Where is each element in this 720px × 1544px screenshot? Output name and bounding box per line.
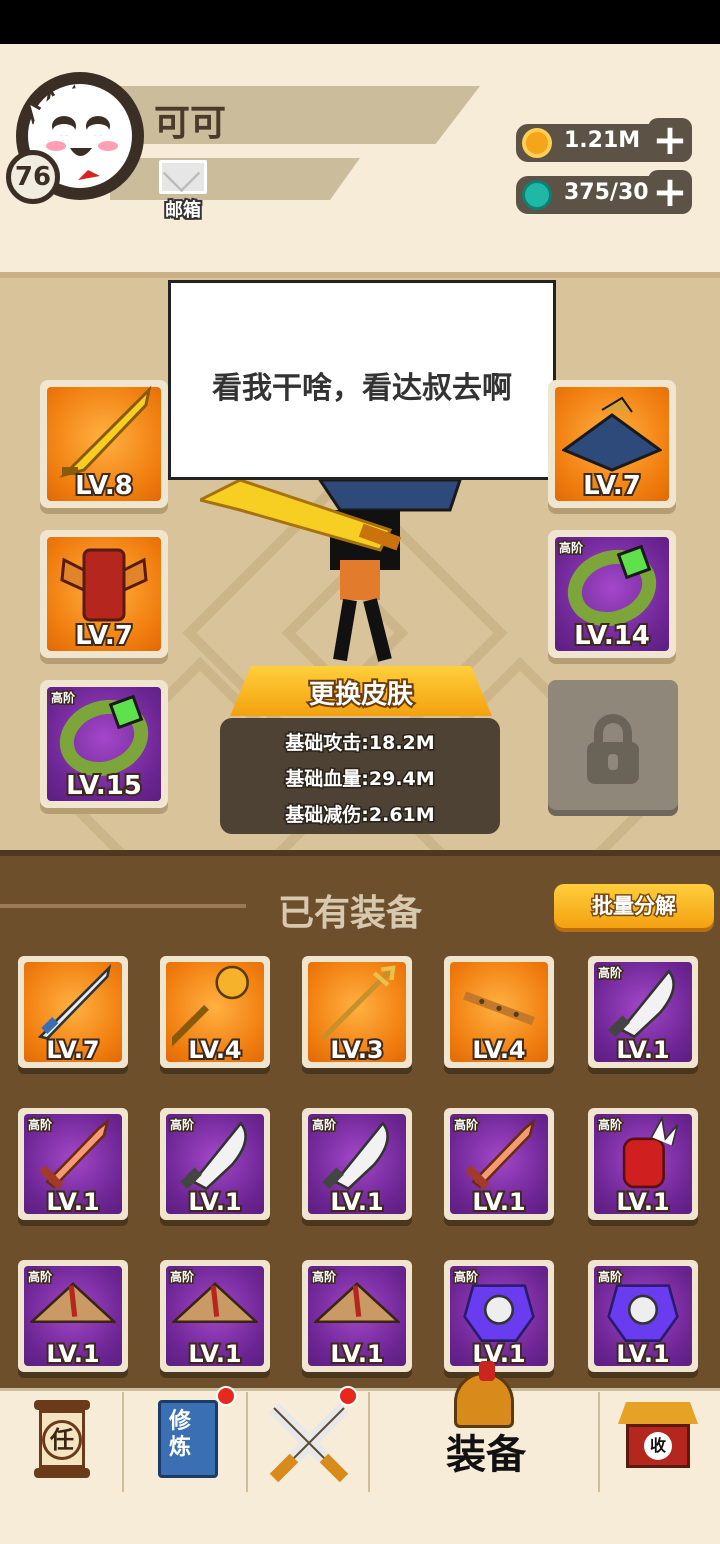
speech-text: 看我干啥，看达叔去啊: [212, 371, 512, 406]
inventory-item[interactable]: 高阶 LV.1: [18, 1260, 128, 1372]
building-icon: 收: [618, 1402, 698, 1472]
change-skin-button[interactable]: 更换皮肤: [230, 666, 492, 716]
inventory-title: 已有装备: [278, 893, 423, 934]
item-level: LV.7: [73, 619, 135, 653]
item-level: LV.7: [44, 1034, 101, 1066]
stat-attack: 基础攻击:18.2M: [284, 731, 436, 756]
player-level-badge: 76: [6, 150, 60, 204]
mace-icon: [172, 965, 249, 1047]
inventory-item[interactable]: 高阶 LV.1: [588, 1108, 698, 1220]
nav-collect-button[interactable]: 收: [598, 1392, 720, 1492]
item-level: LV.1: [44, 1186, 101, 1218]
armor-slot[interactable]: LV.7: [40, 530, 168, 658]
player-name: 可可: [154, 103, 227, 144]
item-level: LV.1: [614, 1186, 671, 1218]
item-level: LV.4: [470, 1034, 527, 1066]
item-level: LV.1: [614, 1338, 671, 1370]
mail-button[interactable]: 邮箱: [156, 160, 210, 223]
nav-equip-button[interactable]: 装备: [368, 1361, 598, 1492]
wooden-sword-icon: [465, 1118, 536, 1190]
inventory-item[interactable]: LV.7: [18, 956, 128, 1068]
item-level: LV.8: [73, 469, 135, 503]
straw-hat-icon: [314, 1282, 400, 1324]
inventory-item[interactable]: LV.4: [160, 956, 270, 1068]
item-level: LV.1: [470, 1338, 527, 1370]
character-figure[interactable]: [195, 470, 470, 670]
footer: [0, 1494, 720, 1544]
speech-bubble: 看我干啥，看达叔去啊: [168, 280, 556, 480]
mail-label: 邮箱: [163, 198, 203, 223]
ring-slot-right[interactable]: 高阶 LV.14: [548, 530, 676, 658]
item-level: LV.14: [572, 619, 652, 653]
sword-icon: [37, 963, 112, 1040]
straw-hat-icon: [172, 1282, 258, 1324]
inventory-item[interactable]: 高阶 LV.1: [588, 956, 698, 1068]
item-level: LV.1: [328, 1186, 385, 1218]
flute-icon: [463, 991, 535, 1026]
inventory-item[interactable]: 高阶 LV.1: [18, 1108, 128, 1220]
inventory-item[interactable]: LV.3: [302, 956, 412, 1068]
item-level: LV.3: [328, 1034, 385, 1066]
armor-icon: [60, 548, 148, 622]
item-level: LV.15: [64, 769, 144, 803]
bulk-dismantle-button[interactable]: 批量分解: [554, 884, 714, 928]
crossed-swords-icon: [269, 1403, 349, 1483]
item-level: LV.4: [186, 1034, 243, 1066]
broadsword-icon: [321, 1121, 389, 1191]
straw-hat-icon: [30, 1282, 116, 1324]
inventory-item[interactable]: 高阶 LV.1: [588, 1260, 698, 1372]
title-divider: [0, 904, 246, 908]
stat-reduction: 基础减伤:2.61M: [284, 803, 436, 828]
stats-panel: 基础攻击:18.2M 基础血量:29.4M 基础减伤:2.61M: [220, 718, 500, 834]
nav-equip-label: 装备: [446, 1432, 526, 1478]
item-level: LV.1: [186, 1186, 243, 1218]
trident-spear-icon: [320, 965, 396, 1041]
spiked-gauntlet-icon: [622, 1115, 679, 1189]
inventory-item[interactable]: 高阶 LV.1: [444, 1260, 554, 1372]
straw-hat-icon: [562, 396, 662, 472]
inventory-item[interactable]: 高阶 LV.1: [160, 1108, 270, 1220]
item-level: LV.7: [581, 469, 643, 503]
locked-slot[interactable]: [548, 680, 678, 810]
stat-hp: 基础血量:29.4M: [284, 767, 436, 792]
jade-ring-icon: [59, 694, 149, 776]
helmet-icon: [454, 1361, 514, 1428]
nav-battle-button[interactable]: [246, 1386, 368, 1492]
notification-dot: [216, 1386, 236, 1406]
item-level: LV.1: [614, 1034, 671, 1066]
add-gems-button[interactable]: +: [648, 170, 692, 214]
weapon-slot[interactable]: LV.8: [40, 380, 168, 508]
scroll-icon: 任: [34, 1400, 90, 1484]
inventory-item[interactable]: 高阶 LV.1: [444, 1108, 554, 1220]
inventory-item[interactable]: 高阶 LV.1: [302, 1108, 412, 1220]
add-coins-button[interactable]: +: [648, 118, 692, 162]
envelope-icon: [159, 160, 207, 194]
status-bar: [0, 0, 720, 44]
broadsword-icon: [607, 969, 675, 1039]
notification-dot: [338, 1386, 358, 1406]
nav-cultivate-button[interactable]: 修炼: [122, 1386, 246, 1492]
orb-armor-icon: [463, 1284, 535, 1342]
orb-armor-icon: [607, 1284, 679, 1342]
item-level: LV.1: [328, 1338, 385, 1370]
inventory-item[interactable]: 高阶 LV.1: [302, 1260, 412, 1372]
wooden-sword-icon: [39, 1118, 110, 1190]
hat-slot[interactable]: LV.7: [548, 380, 676, 508]
mail-banner: [110, 158, 360, 200]
ring-slot-left[interactable]: 高阶 LV.15: [40, 680, 168, 808]
coin-icon: [522, 128, 552, 158]
gem-icon: [522, 180, 552, 210]
item-level: LV.1: [186, 1338, 243, 1370]
book-icon: 修炼: [158, 1400, 218, 1478]
inventory-item[interactable]: LV.4: [444, 956, 554, 1068]
nav-task-button[interactable]: 任: [0, 1392, 122, 1492]
jade-ring-icon: [567, 544, 657, 626]
broadsword-icon: [179, 1121, 247, 1191]
item-level: LV.1: [470, 1186, 527, 1218]
inventory-item[interactable]: 高阶 LV.1: [160, 1260, 270, 1372]
item-level: LV.1: [44, 1338, 101, 1370]
golden-sword-icon: [59, 385, 152, 478]
